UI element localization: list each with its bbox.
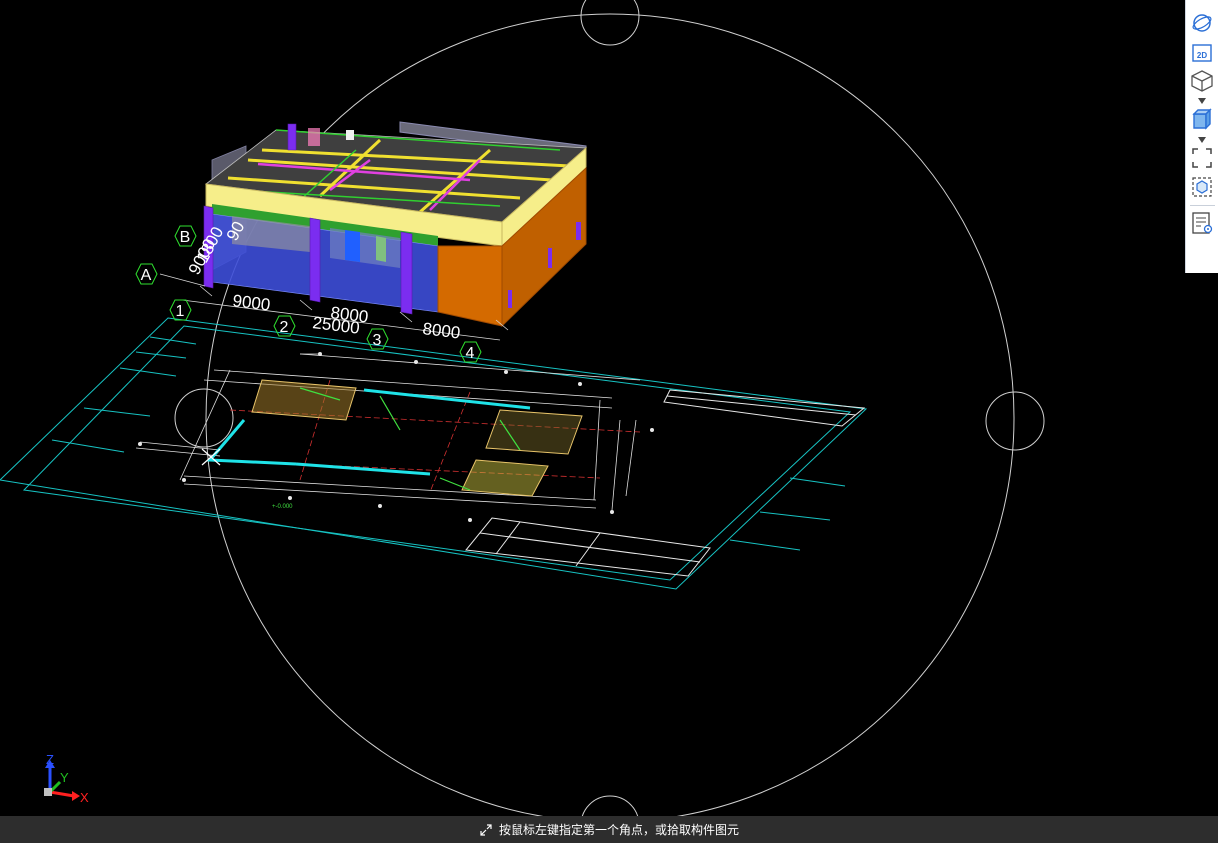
solid-box-dropdown-icon[interactable]	[1198, 137, 1206, 143]
cursor-pick-icon	[480, 823, 492, 836]
orbit-handle-left[interactable]	[174, 388, 234, 448]
axis-bubble-a: A	[141, 267, 152, 284]
axis-bubble-1: 1	[176, 303, 185, 320]
3d-view-dropdown-icon[interactable]	[1198, 98, 1206, 104]
orbit-handle-top[interactable]	[580, 0, 640, 46]
properties-panel-icon[interactable]	[1189, 210, 1215, 236]
3d-view-icon[interactable]	[1189, 68, 1215, 94]
axis-bubble-2: 2	[280, 319, 289, 336]
axis-bubble-3: 3	[373, 332, 382, 349]
orbit-icon[interactable]	[1189, 10, 1215, 36]
cad-drawing-sheet[interactable]	[0, 317, 868, 590]
axis-bubble-4: 4	[466, 345, 475, 362]
axis-label-y: Y	[60, 770, 69, 785]
axis-label-x: X	[80, 790, 89, 805]
2d-view-icon[interactable]: 2D	[1189, 40, 1215, 66]
pick-cursor	[201, 448, 221, 466]
orbit-handle-bottom[interactable]	[581, 795, 639, 816]
status-bar: 按鼠标左键指定第一个角点，或拾取构件图元	[0, 816, 1218, 843]
status-prompt: 按鼠标左键指定第一个角点，或拾取构件图元	[498, 823, 739, 837]
solid-box-icon[interactable]	[1189, 106, 1215, 132]
dim-label-9000: 9000	[232, 291, 272, 314]
svg-text:+-0.000: +-0.000	[272, 504, 293, 510]
3d-viewport[interactable]: +-0.000 A B 1 2 3 4 9000 25000 8000 8000…	[0, 0, 1218, 816]
axis-label-z: Z	[46, 752, 54, 767]
view-toolbar: 2D	[1185, 0, 1218, 273]
axis-bubble-b: B	[180, 229, 191, 246]
fit-view-icon[interactable]	[1189, 145, 1215, 171]
orbit-handle-right[interactable]	[985, 391, 1045, 451]
svg-text:2D: 2D	[1197, 51, 1207, 60]
zoom-selection-icon[interactable]	[1189, 174, 1215, 200]
dim-label-8000: 8000	[422, 319, 462, 342]
